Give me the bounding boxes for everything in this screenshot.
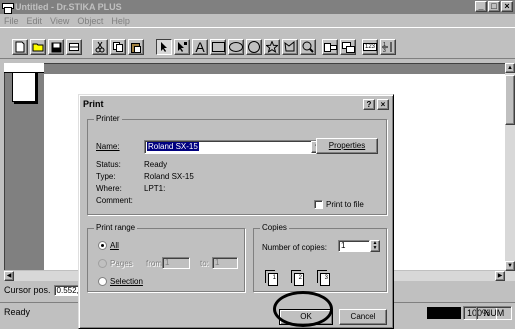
scroll-up-icon[interactable]: ▲ bbox=[505, 63, 515, 73]
type-label: Type: bbox=[96, 172, 116, 181]
ellipse-tool-icon[interactable] bbox=[228, 39, 244, 55]
paste-icon[interactable] bbox=[128, 39, 144, 55]
app-icon bbox=[2, 2, 14, 14]
node-edit-icon[interactable] bbox=[174, 39, 190, 55]
menu-edit[interactable]: Edit bbox=[27, 16, 43, 26]
menu-file[interactable]: File bbox=[4, 16, 19, 26]
new-document-icon[interactable] bbox=[12, 39, 28, 55]
status-label: Status: bbox=[96, 160, 121, 169]
menu-help[interactable]: Help bbox=[111, 16, 130, 26]
menu-bar: File Edit View Object Help bbox=[0, 14, 515, 27]
cancel-button[interactable]: Cancel bbox=[339, 309, 387, 325]
range-to-field[interactable]: 1 bbox=[212, 257, 238, 269]
scroll-right-icon[interactable]: ▶ bbox=[495, 271, 505, 281]
range-to-label: to: bbox=[200, 259, 209, 268]
printer-name-dropdown[interactable]: Roland SX-15 ▼ bbox=[144, 140, 324, 154]
circle-tool-icon[interactable] bbox=[246, 39, 262, 55]
window-title: Untitled - Dr.STIKA PLUS bbox=[15, 2, 122, 12]
scroll-left-icon[interactable]: ◀ bbox=[4, 271, 14, 281]
print-to-file-label: Print to file bbox=[326, 200, 364, 209]
zoom-icon[interactable] bbox=[300, 39, 316, 55]
cut-icon[interactable] bbox=[92, 39, 108, 55]
scroll-down-icon[interactable]: ▼ bbox=[505, 261, 515, 271]
copies-group: Copies Number of copies: 1 ▲ ▼ 1 2 3 bbox=[253, 223, 387, 292]
close-button[interactable]: × bbox=[501, 1, 513, 12]
where-value: LPT1: bbox=[144, 184, 166, 193]
ok-highlight-circle bbox=[273, 291, 333, 327]
print-icon[interactable] bbox=[66, 39, 82, 55]
save-disk-icon[interactable] bbox=[48, 39, 64, 55]
status-text: Ready bbox=[4, 307, 31, 317]
star-tool-icon[interactable] bbox=[264, 39, 280, 55]
collate-page: 2 bbox=[294, 273, 304, 286]
collate-page: 3 bbox=[320, 273, 330, 286]
collate-page: 1 bbox=[268, 273, 278, 286]
properties-button[interactable]: Properties bbox=[316, 138, 378, 154]
range-selection-radio[interactable] bbox=[98, 277, 107, 286]
polygon-tool-icon[interactable] bbox=[282, 39, 298, 55]
copies-field[interactable]: 1 bbox=[338, 240, 370, 252]
copies-group-label: Copies bbox=[260, 223, 289, 232]
printer-group-label: Printer bbox=[94, 114, 122, 123]
dialog-close-button[interactable]: × bbox=[377, 99, 389, 110]
printer-group: Printer Name: Roland SX-15 ▼ Properties … bbox=[87, 114, 387, 215]
printer-name-value: Roland SX-15 bbox=[147, 142, 199, 151]
toolbar: A 123 13 bbox=[0, 27, 515, 59]
range-selection-label: Selection bbox=[110, 277, 143, 286]
comment-label: Comment: bbox=[96, 196, 133, 205]
status-value: Ready bbox=[144, 160, 168, 169]
text-tool-icon[interactable]: A bbox=[192, 39, 208, 55]
menu-view[interactable]: View bbox=[50, 16, 69, 26]
range-pages-label: Pages bbox=[110, 259, 133, 268]
open-folder-icon[interactable] bbox=[30, 39, 46, 55]
cursor-pos-label: Cursor pos. bbox=[4, 285, 51, 295]
minimize-button[interactable]: _ bbox=[475, 1, 487, 12]
print-range-label: Print range bbox=[94, 223, 138, 232]
where-label: Where: bbox=[96, 184, 122, 193]
title-bar: Untitled - Dr.STIKA PLUS _ □ × bbox=[0, 0, 515, 14]
ruler bbox=[4, 63, 44, 73]
print-dialog: Print ? × Printer Name: Roland SX-15 ▼ P… bbox=[78, 94, 394, 329]
fraction-tool-icon[interactable]: 13 bbox=[380, 39, 396, 55]
type-value: Roland SX-15 bbox=[144, 172, 194, 181]
maximize-button[interactable]: □ bbox=[488, 1, 500, 12]
vertical-scrollbar[interactable]: ▲ ▼ bbox=[505, 63, 515, 281]
vertical-scroll-thumb[interactable] bbox=[505, 75, 515, 125]
color-swatch bbox=[427, 307, 461, 319]
group-tool-icon[interactable] bbox=[340, 39, 356, 55]
copies-label: Number of copies: bbox=[262, 243, 327, 252]
align-tool-icon[interactable] bbox=[322, 39, 338, 55]
rectangle-tool-icon[interactable] bbox=[210, 39, 226, 55]
help-button[interactable]: ? bbox=[363, 99, 375, 110]
print-to-file-checkbox[interactable] bbox=[314, 200, 323, 209]
range-all-radio[interactable] bbox=[98, 241, 107, 250]
copies-spinner[interactable]: ▲ ▼ bbox=[370, 240, 380, 252]
print-range-group: Print range All Pages from: 1 to: 1 Sele… bbox=[87, 223, 245, 292]
name-label: Name: bbox=[96, 142, 120, 151]
range-pages-radio[interactable] bbox=[98, 259, 107, 268]
dialog-title: Print bbox=[83, 99, 104, 109]
number-tool-icon[interactable]: 123 bbox=[362, 39, 378, 55]
range-from-field[interactable]: 1 bbox=[162, 257, 190, 269]
num-lock-indicator: NUM bbox=[476, 306, 512, 320]
range-all-label: All bbox=[110, 241, 119, 250]
svg-text:3: 3 bbox=[383, 48, 386, 53]
menu-object[interactable]: Object bbox=[77, 16, 103, 26]
copy-icon[interactable] bbox=[110, 39, 126, 55]
select-arrow-icon[interactable] bbox=[156, 39, 172, 55]
